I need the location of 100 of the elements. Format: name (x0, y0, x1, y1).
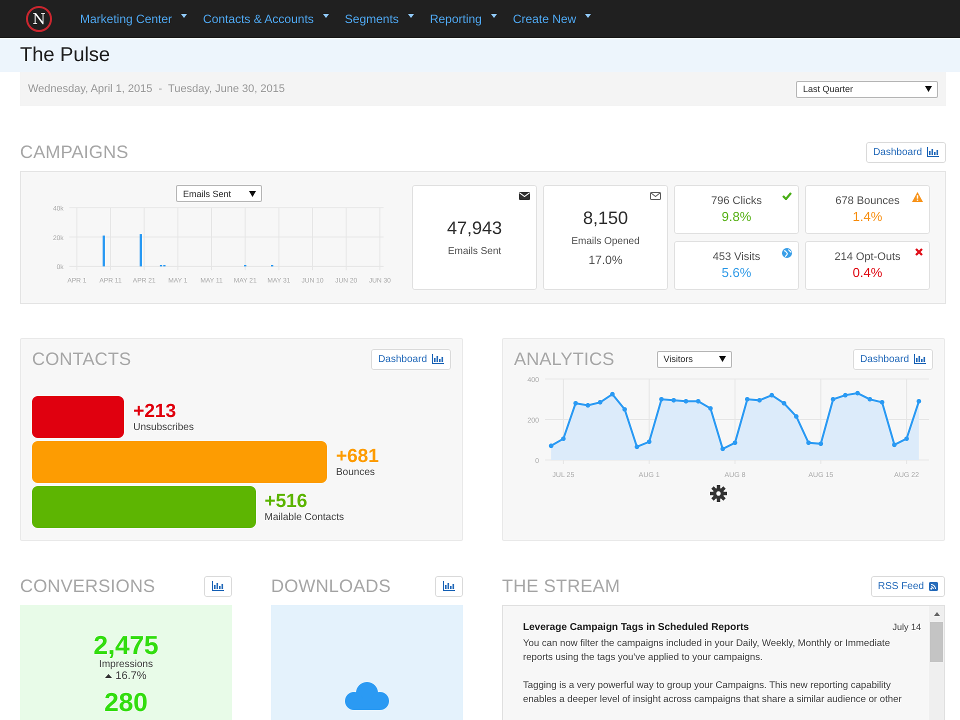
data-point (696, 398, 701, 404)
dropdown[interactable]: Visitors (656, 350, 732, 368)
dashboard-button[interactable]: Dashboard (853, 348, 933, 370)
cloud-icon (345, 681, 389, 711)
data-point (671, 398, 676, 403)
caret-icon (925, 86, 932, 92)
check-icon (782, 192, 792, 200)
data-point (561, 436, 566, 442)
data-point (684, 398, 688, 404)
metric-value: 47,943 (446, 218, 502, 239)
bar-chart-icon (927, 147, 939, 157)
data-point (806, 440, 811, 446)
bar-chart-icon (212, 581, 224, 591)
scrollbar[interactable] (929, 606, 944, 720)
bar-chart-icon (914, 354, 926, 364)
chart-bar (102, 236, 105, 266)
bar-label: Mailable Contacts (264, 512, 344, 522)
bar-label: Unsubscribes (133, 422, 194, 432)
data-point (769, 392, 774, 398)
data-point (855, 390, 860, 396)
dashboard-button[interactable]: Dashboard (866, 142, 946, 162)
envelope-icon (519, 192, 530, 200)
data-point (732, 440, 738, 446)
data-point (744, 396, 750, 402)
data-point (892, 442, 897, 448)
rss-feed-button[interactable]: RSS Feed (870, 576, 945, 596)
metric-label: Emails Sent (448, 246, 502, 257)
section-title: CAMPAIGNS (20, 142, 128, 162)
chart-button[interactable] (204, 576, 232, 596)
envelope-icon (650, 192, 661, 200)
post-text: You can now filter the campaigns included in your Daily, Weekly, Monthly or Immediate reports using the tags you've applied to your campaigns. (523, 637, 892, 665)
post-date: July 14 (892, 622, 921, 633)
dropdown[interactable]: Emails Sent (176, 185, 262, 202)
caret-icon (249, 190, 256, 196)
bar-value: +213 (133, 402, 178, 422)
caret-icon (490, 14, 497, 18)
bar-chart-icon (432, 354, 444, 364)
data-point (782, 401, 786, 406)
nav-menu-item[interactable]: Marketing Center (80, 12, 188, 26)
caret-icon (322, 14, 329, 18)
caret-icon (181, 14, 188, 18)
post-title: Leverage Campaign Tags in Scheduled Reports (523, 622, 749, 633)
caret-icon (585, 14, 592, 18)
bar-value: +681 (336, 446, 379, 466)
data-point (598, 400, 602, 405)
scrollbar-thumb[interactable] (930, 622, 943, 662)
settings-icon (710, 485, 727, 502)
data-point (646, 439, 652, 444)
stat-value: 280 (104, 688, 148, 716)
nav-menu-item[interactable]: Contacts & Accounts (203, 12, 329, 26)
metric-label: 796 Clicks (711, 195, 762, 207)
stat-label: Impressions (99, 659, 153, 670)
data-point (708, 406, 713, 411)
dropdown[interactable]: Last Quarter (796, 80, 938, 98)
close-icon (915, 248, 923, 256)
data-point (622, 407, 627, 412)
data-point (843, 392, 848, 398)
up-arrow-icon (934, 612, 940, 616)
data-point (634, 444, 640, 450)
data-point (794, 414, 799, 419)
data-point (757, 398, 762, 403)
section-title: ANALYTICS (514, 348, 614, 370)
metric-rate: 9.8% (722, 209, 752, 224)
nav-menu-item[interactable]: Segments (344, 12, 414, 26)
page-title: The Pulse (20, 44, 110, 66)
metric-rate: 1.4% (852, 209, 882, 224)
nav-menu-item[interactable]: Reporting (430, 12, 497, 26)
data-point (916, 398, 922, 404)
stat-change: 16.7% (115, 670, 147, 682)
post-text: Tagging is a very powerful way to group your Campaigns. This new reporting capability enables a deeper level of insight across campaigns that share a similar audience or other (523, 679, 903, 707)
caret-icon (718, 356, 726, 362)
data-point (720, 446, 726, 452)
logo[interactable]: N (26, 6, 52, 32)
metric-label: Emails Opened (571, 236, 640, 247)
data-point (818, 442, 824, 446)
dashboard-button[interactable]: Dashboard (371, 348, 451, 370)
date-range: Wednesday, April 1, 2015 - Tuesday, June 30, 2015 (28, 83, 285, 95)
data-point (548, 444, 554, 448)
stat-value: 2,475 (93, 631, 159, 659)
data-point (880, 400, 884, 405)
data-point (586, 403, 590, 408)
data-point (610, 392, 615, 396)
section-title: DOWNLOADS (271, 576, 391, 596)
data-point (904, 436, 909, 442)
metric-label: 453 Visits (712, 251, 760, 263)
metric-label: 214 Opt-Outs (834, 251, 901, 263)
warning-icon (912, 192, 923, 202)
bar-value: +516 (264, 492, 308, 512)
metric-rate: 5.6% (722, 265, 752, 280)
data-point (830, 396, 836, 402)
rss-icon (929, 582, 938, 590)
caret-icon (408, 14, 414, 18)
metric-value: 8,150 (582, 208, 628, 229)
data-point (573, 401, 578, 406)
nav-menu-item[interactable]: Create New (512, 12, 592, 26)
metric-rate: 0.4% (852, 265, 882, 280)
section-title: CONVERSIONS (20, 576, 156, 596)
chart-button[interactable] (435, 576, 463, 596)
metric-label: 678 Bounces (835, 195, 900, 207)
section-title: THE STREAM (502, 576, 620, 596)
